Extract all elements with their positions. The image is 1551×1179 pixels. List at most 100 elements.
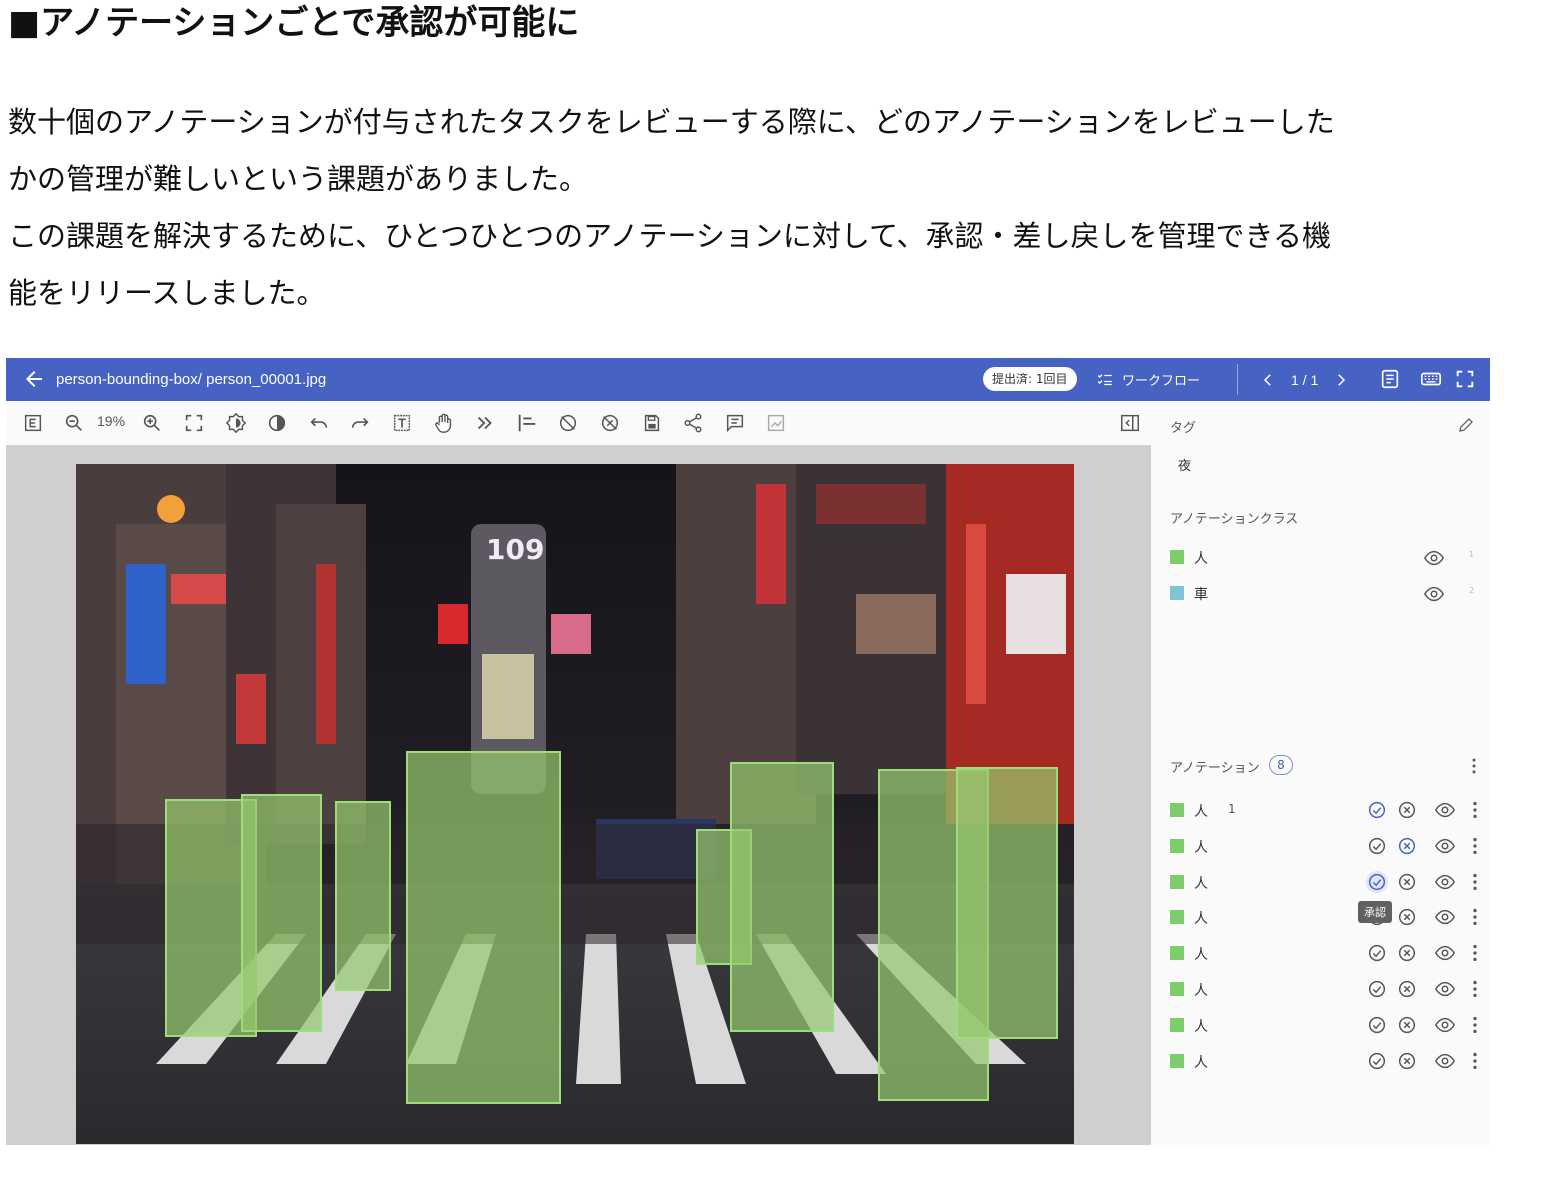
approve-icon[interactable]: [1366, 835, 1388, 857]
more-vert-icon[interactable]: [1464, 1050, 1486, 1072]
approve-icon[interactable]: [1366, 1050, 1388, 1072]
more-vert-icon[interactable]: [1464, 942, 1486, 964]
reject-icon[interactable]: [1396, 942, 1418, 964]
page-indicator: 1 / 1: [1291, 371, 1319, 388]
undo-icon[interactable]: [308, 412, 330, 434]
more-vert-icon[interactable]: [1464, 835, 1486, 857]
keyboard-icon[interactable]: [1420, 368, 1442, 390]
contrast-icon[interactable]: [266, 412, 288, 434]
zoom-level: 19%: [97, 413, 126, 429]
eye-icon[interactable]: [1434, 1014, 1456, 1036]
bounding-box[interactable]: [730, 762, 834, 1032]
tag-value: 夜: [1178, 459, 1192, 474]
bounding-box[interactable]: [956, 767, 1058, 1039]
reject-icon[interactable]: [1396, 906, 1418, 928]
eye-icon[interactable]: [1434, 942, 1456, 964]
bounding-box[interactable]: [406, 751, 561, 1104]
approve-icon[interactable]: [1366, 799, 1388, 821]
text-box-icon[interactable]: [391, 412, 413, 434]
approve-icon[interactable]: [1366, 1014, 1388, 1036]
more-vert-icon[interactable]: [1464, 978, 1486, 1000]
share-icon[interactable]: [682, 412, 704, 434]
approve-icon[interactable]: [1366, 870, 1388, 893]
save-icon[interactable]: [641, 412, 663, 434]
hide-label-icon[interactable]: [557, 412, 579, 434]
bounding-box[interactable]: [335, 801, 391, 991]
reject-icon[interactable]: [1396, 835, 1418, 857]
annotation-row[interactable]: 人: [1170, 867, 1485, 897]
tags-title: タグ: [1170, 421, 1197, 436]
chart-icon[interactable]: [765, 412, 787, 434]
eye-icon[interactable]: [1423, 583, 1445, 605]
zoom-out-icon[interactable]: [63, 412, 85, 434]
class-color-swatch: [1170, 1053, 1184, 1068]
article-heading: ■アノテーションごとで承認が可能に: [8, 3, 580, 43]
class-color-swatch: [1170, 874, 1184, 889]
panel-toggle-icon[interactable]: [1119, 412, 1141, 434]
approve-icon[interactable]: [1366, 942, 1388, 964]
double-chevron-right-icon[interactable]: [474, 412, 496, 434]
annotation-row[interactable]: 人: [1170, 831, 1485, 861]
document-icon[interactable]: [1379, 368, 1401, 390]
more-vert-icon[interactable]: [1464, 871, 1486, 893]
eye-icon[interactable]: [1434, 1050, 1456, 1072]
clear-all-icon[interactable]: [599, 412, 621, 434]
workflow-label: ワークフロー: [1122, 374, 1201, 389]
article-line-3: この課題を解決するために、ひとつひとつのアノテーションに対して、承認・差し戻しを…: [8, 219, 1331, 253]
fullscreen-icon[interactable]: [1454, 368, 1476, 390]
eye-icon[interactable]: [1423, 547, 1445, 569]
eye-icon[interactable]: [1434, 835, 1456, 857]
bounding-box[interactable]: [241, 794, 322, 1032]
back-arrow-icon[interactable]: [22, 367, 46, 391]
annotation-row[interactable]: 人1: [1170, 795, 1485, 825]
street-photo[interactable]: 109: [76, 464, 1074, 1144]
eye-icon[interactable]: [1434, 906, 1456, 928]
annotation-row[interactable]: 人: [1170, 1010, 1485, 1040]
redo-icon[interactable]: [349, 412, 371, 434]
eye-icon[interactable]: [1434, 871, 1456, 893]
eye-icon[interactable]: [1434, 799, 1456, 821]
pencil-icon[interactable]: [1457, 416, 1475, 434]
more-vert-icon[interactable]: [1464, 1014, 1486, 1036]
class-item-person[interactable]: 人 1: [1170, 542, 1480, 572]
reject-icon[interactable]: [1396, 1050, 1418, 1072]
zoom-in-icon[interactable]: [141, 412, 163, 434]
chevron-right-icon[interactable]: [1332, 371, 1350, 389]
annotation-row[interactable]: 人: [1170, 974, 1485, 1004]
align-left-icon[interactable]: [516, 412, 538, 434]
annotation-number: 1: [1228, 802, 1236, 816]
annotation-label: 人: [1194, 911, 1208, 928]
reject-icon[interactable]: [1396, 799, 1418, 821]
article-line-2: かの管理が難しいという課題がありました。: [8, 162, 589, 196]
annotation-label: 人: [1194, 875, 1208, 892]
annotation-row[interactable]: 人: [1170, 938, 1485, 968]
annotation-label: 人: [1194, 1018, 1208, 1035]
chevron-left-icon[interactable]: [1259, 371, 1277, 389]
reject-icon[interactable]: [1396, 1014, 1418, 1036]
approve-icon[interactable]: [1366, 978, 1388, 1000]
more-vert-icon[interactable]: [1464, 799, 1486, 821]
class-name: 車: [1194, 587, 1208, 603]
class-name: 人: [1194, 551, 1208, 567]
image-viewer[interactable]: 109: [6, 445, 1151, 1145]
brightness-icon[interactable]: [225, 412, 247, 434]
comment-icon[interactable]: [724, 412, 746, 434]
fit-screen-icon[interactable]: [183, 412, 205, 434]
more-vert-icon[interactable]: [1464, 756, 1484, 776]
class-count: 2: [1469, 586, 1475, 595]
workflow-button[interactable]: ワークフロー: [1096, 358, 1200, 401]
annotation-count-badge: 8: [1269, 755, 1293, 775]
article-line-1: 数十個のアノテーションが付与されたタスクをレビューする際に、どのアノテーションを…: [8, 105, 1335, 139]
annotation-row[interactable]: 人: [1170, 1046, 1485, 1076]
class-item-car[interactable]: 車 2: [1170, 578, 1480, 608]
e-box-icon[interactable]: [22, 412, 44, 434]
annotation-label: 人: [1194, 983, 1208, 999]
header-divider: [1237, 364, 1238, 395]
annotation-row[interactable]: 人: [1170, 902, 1485, 932]
reject-icon[interactable]: [1396, 871, 1418, 893]
hand-icon[interactable]: [433, 412, 455, 434]
more-vert-icon[interactable]: [1464, 906, 1486, 928]
annotations-title: アノテーション: [1170, 761, 1260, 776]
eye-icon[interactable]: [1434, 978, 1456, 1000]
reject-icon[interactable]: [1396, 978, 1418, 1000]
